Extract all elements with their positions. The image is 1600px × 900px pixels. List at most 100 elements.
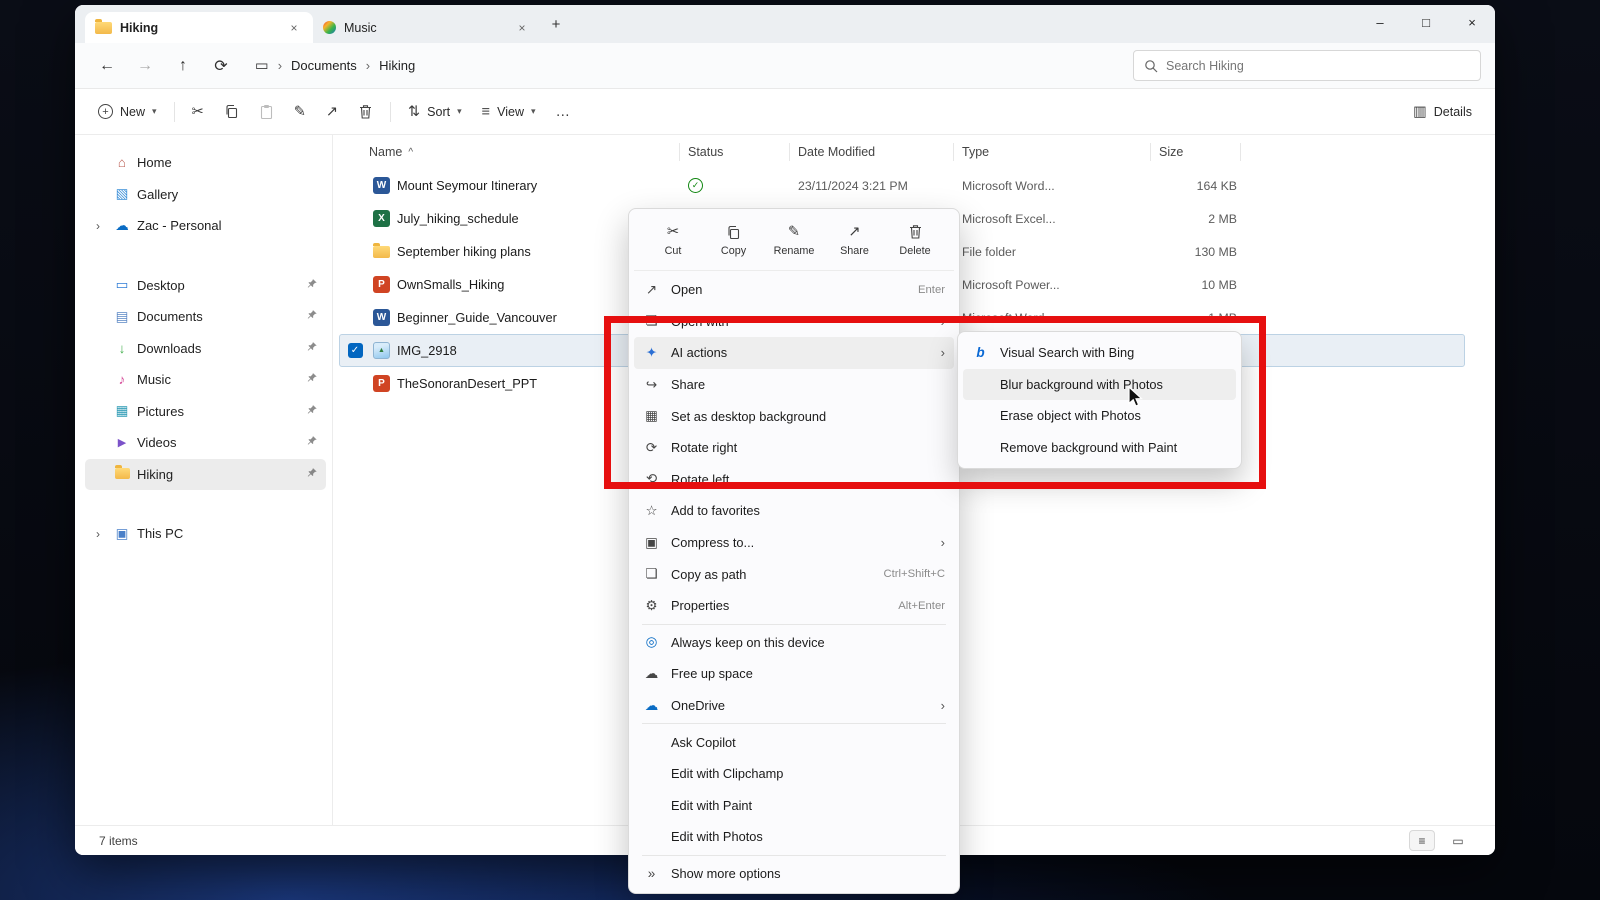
submenu-item-visual-search-bing[interactable]: b Visual Search with Bing: [963, 337, 1236, 369]
submenu-item-blur-background-photos[interactable]: Blur background with Photos: [963, 369, 1236, 401]
sidebar-item-onedrive-personal[interactable]: › ☁ Zac - Personal: [85, 210, 326, 242]
tab-hiking[interactable]: Hiking ×: [85, 12, 313, 43]
search-icon: [1144, 59, 1158, 73]
more-options-button[interactable]: …: [547, 95, 580, 129]
maximize-button[interactable]: □: [1403, 5, 1449, 39]
menu-item-edit-with-photos[interactable]: Edit with Photos: [634, 821, 954, 853]
sidebar-item-documents[interactable]: ▤ Documents: [85, 301, 326, 333]
details-view-toggle[interactable]: ≡: [1409, 830, 1435, 851]
new-button[interactable]: + New ▾: [89, 95, 166, 129]
menu-item-compress-to[interactable]: ▣ Compress to... ›: [634, 527, 954, 559]
rename-icon: ✎: [788, 224, 800, 241]
share-icon: ↗: [326, 104, 338, 120]
copy-quick-action[interactable]: Copy: [707, 215, 761, 265]
sidebar-item-music[interactable]: ♪ Music: [85, 364, 326, 396]
minimize-button[interactable]: –: [1357, 5, 1403, 39]
paste-button[interactable]: [250, 95, 283, 129]
menu-item-free-up-space[interactable]: ☁ Free up space: [634, 658, 954, 690]
sort-button[interactable]: ⇅ Sort ▾: [399, 95, 471, 129]
sidebar-item-downloads[interactable]: ↓ Downloads: [85, 333, 326, 365]
back-button[interactable]: ←: [89, 49, 125, 83]
sidebar-item-home[interactable]: ⌂ Home: [85, 147, 326, 179]
rename-quick-action[interactable]: ✎ Rename: [767, 215, 821, 265]
menu-item-show-more-options[interactable]: » Show more options: [634, 858, 954, 890]
file-name: Mount Seymour Itinerary: [397, 178, 537, 193]
submenu-item-erase-object-photos[interactable]: Erase object with Photos: [963, 400, 1236, 432]
menu-item-copy-as-path[interactable]: ❏ Copy as path Ctrl+Shift+C: [634, 558, 954, 590]
sidebar-item-this-pc[interactable]: › ▣ This PC: [85, 518, 326, 550]
delete-button[interactable]: [349, 95, 382, 129]
menu-item-always-keep-on-device[interactable]: ◎ Always keep on this device: [634, 627, 954, 659]
breadcrumb-documents[interactable]: Documents: [291, 58, 357, 73]
copy-button[interactable]: [215, 95, 248, 129]
sidebar-item-pictures[interactable]: ▦ Pictures: [85, 396, 326, 428]
rename-button[interactable]: ✎: [285, 95, 315, 129]
large-icons-view-toggle[interactable]: ▭: [1445, 830, 1471, 851]
chevron-right-icon[interactable]: ›: [89, 527, 107, 541]
search-input[interactable]: Search Hiking: [1133, 50, 1481, 81]
menu-separator: [642, 723, 946, 724]
menu-item-edit-with-paint[interactable]: Edit with Paint: [634, 790, 954, 822]
column-header-size[interactable]: Size: [1150, 143, 1240, 161]
show-more-icon: »: [643, 866, 660, 881]
share-quick-action[interactable]: ↗ Share: [828, 215, 882, 265]
menu-item-set-as-desktop-background[interactable]: ▦ Set as desktop background: [634, 400, 954, 432]
details-pane-button[interactable]: ▥ Details: [1404, 95, 1481, 129]
menu-item-add-to-favorites[interactable]: ☆ Add to favorites: [634, 495, 954, 527]
menu-item-properties[interactable]: ⚙ Properties Alt+Enter: [634, 590, 954, 622]
submenu-item-remove-background-paint[interactable]: Remove background with Paint: [963, 432, 1236, 464]
cut-icon: ✂: [667, 224, 679, 241]
copy-icon: [726, 224, 741, 241]
tab-music[interactable]: Music ×: [313, 12, 541, 43]
file-type: Microsoft Word...: [954, 179, 1151, 193]
cut-quick-action[interactable]: ✂ Cut: [646, 215, 700, 265]
column-header-type[interactable]: Type: [953, 143, 1150, 161]
refresh-button[interactable]: ⟳: [203, 49, 239, 83]
folder-icon: [95, 22, 112, 34]
menu-item-edit-with-clipchamp[interactable]: Edit with Clipchamp: [634, 758, 954, 790]
menu-item-share[interactable]: ↪ Share: [634, 369, 954, 401]
checkbox-checked[interactable]: ✓: [348, 343, 363, 358]
sidebar-item-desktop[interactable]: ▭ Desktop: [85, 270, 326, 302]
menu-item-onedrive[interactable]: ☁ OneDrive ›: [634, 690, 954, 722]
toolbar-divider: [174, 102, 175, 122]
menu-item-ask-copilot[interactable]: Ask Copilot: [634, 726, 954, 758]
toolbar-divider: [390, 102, 391, 122]
shortcut-label: Ctrl+Shift+C: [883, 568, 945, 580]
pin-icon: [306, 435, 318, 450]
share-button[interactable]: ↗: [317, 95, 347, 129]
sidebar-item-gallery[interactable]: ▧ Gallery: [85, 179, 326, 211]
column-header-name[interactable]: Name ^: [339, 143, 679, 161]
column-header-status[interactable]: Status: [679, 143, 789, 161]
sidebar-item-hiking[interactable]: Hiking: [85, 459, 326, 491]
file-name: Beginner_Guide_Vancouver: [397, 310, 557, 325]
chevron-right-icon[interactable]: ›: [89, 219, 107, 233]
tab-close-icon[interactable]: ×: [513, 21, 531, 35]
documents-icon: ▤: [111, 309, 133, 325]
new-tab-button[interactable]: +: [541, 10, 571, 38]
menu-item-rotate-right[interactable]: ⟳ Rotate right: [634, 432, 954, 464]
copy-icon: [224, 104, 239, 119]
tab-close-icon[interactable]: ×: [285, 21, 303, 35]
forward-button[interactable]: →: [127, 49, 163, 83]
menu-item-rotate-left[interactable]: ⟲ Rotate left: [634, 464, 954, 496]
menu-item-ai-actions[interactable]: ✦ AI actions ›: [634, 337, 954, 369]
breadcrumb-hiking[interactable]: Hiking: [379, 58, 415, 73]
sidebar-item-label: Pictures: [137, 404, 184, 419]
pictures-icon: ▦: [111, 403, 133, 419]
shortcut-label: Alt+Enter: [898, 600, 945, 612]
submenu-arrow-icon: ›: [941, 535, 945, 550]
cut-button[interactable]: ✂: [183, 95, 213, 129]
file-type: Microsoft Word...: [954, 311, 1151, 325]
pin-icon: [306, 278, 318, 293]
menu-item-open-with[interactable]: ❏ Open with ›: [634, 306, 954, 338]
file-row[interactable]: WMount Seymour Itinerary ✓ 23/11/2024 3:…: [339, 169, 1465, 202]
up-button[interactable]: ↑: [165, 49, 201, 83]
delete-quick-action[interactable]: Delete: [888, 215, 942, 265]
menu-item-open[interactable]: ↗ Open Enter: [634, 274, 954, 306]
column-header-date-modified[interactable]: Date Modified: [789, 143, 953, 161]
sidebar-item-videos[interactable]: ▶ Videos: [85, 427, 326, 459]
close-button[interactable]: ×: [1449, 5, 1495, 39]
view-button[interactable]: ≡ View ▾: [473, 95, 545, 129]
sidebar-item-label: This PC: [137, 526, 183, 541]
